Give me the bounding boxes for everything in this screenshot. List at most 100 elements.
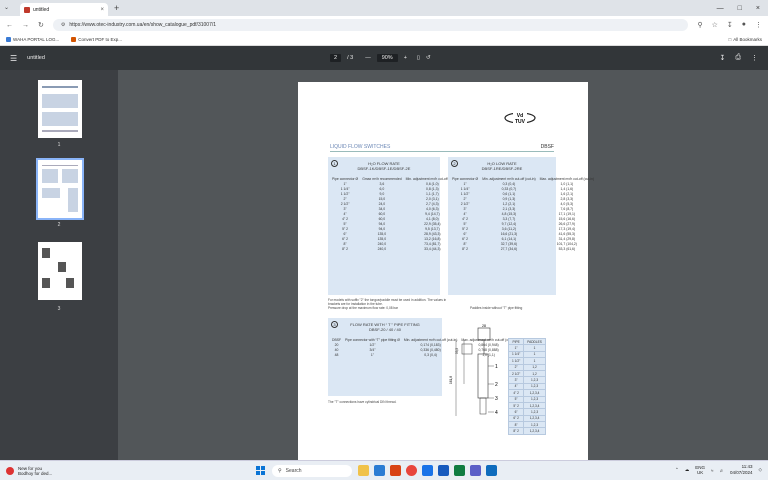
table-cell: 240,0 — [377, 246, 387, 251]
print-icon[interactable]: ⎙ — [735, 54, 741, 62]
paddle-drawing: 28 53,5 161,8 1 2 3 4 — [449, 324, 498, 416]
windows-start-icon[interactable] — [256, 466, 266, 476]
cloud-icon[interactable]: ☁ — [685, 467, 690, 473]
column-header: Min. adjustment m³/h cut-off (cut-in) — [482, 177, 536, 181]
bookmark-item[interactable]: Convert PDF to Exp... — [71, 37, 122, 42]
search-icon: ⚲ — [278, 468, 282, 474]
outlook-icon[interactable] — [486, 465, 497, 476]
table-cell: 1,2,3,4 — [523, 427, 546, 435]
edge-icon[interactable] — [422, 465, 433, 476]
pdf-viewer[interactable]: Vd TUV LIQUID FLOW SWITCHES DBSF 1 H₂O F… — [118, 70, 768, 460]
panel-marker: 1 — [331, 160, 338, 167]
volume-icon[interactable]: ♬ — [720, 468, 725, 473]
dim-left1: 53,5 — [455, 348, 459, 354]
thread-note: The "T" connections have cylindrical DIN… — [328, 400, 397, 404]
tab-bar: ⌄ untitled × + — □ × — [0, 0, 768, 16]
taskbar: New for you Bodhoy for ded... ⚲ Search ⌃ … — [0, 460, 768, 480]
bookmark-item[interactable]: WAHA PORTAL LOG... — [6, 37, 59, 42]
zoom-level-input[interactable]: 90% — [376, 54, 398, 62]
table-cell: 1" — [370, 352, 375, 357]
rotate-icon[interactable]: ↺ — [426, 55, 431, 61]
excel-icon[interactable] — [454, 465, 465, 476]
zoom-out-button[interactable]: — — [365, 55, 371, 61]
zoom-icon[interactable]: ⚲ — [697, 21, 702, 29]
thumbnail-label: 2 — [57, 222, 61, 228]
reload-icon[interactable]: ↻ — [38, 21, 44, 29]
mail-icon[interactable] — [374, 465, 385, 476]
browser-tab[interactable]: untitled × — [20, 3, 108, 16]
thumbnail-sidebar: 1 2 3 — [0, 70, 118, 460]
pdf-more-icon[interactable]: ⋮ — [751, 54, 758, 62]
file-explorer-icon[interactable] — [358, 465, 369, 476]
label-1: 1 — [495, 364, 498, 370]
tab-search-icon[interactable]: ⌄ — [4, 4, 14, 12]
panel-marker: 3 — [331, 321, 338, 328]
low-rate-table: Pipe connector Ø Min. adjustment m³/h cut… — [450, 177, 596, 251]
svg-text:TUV: TUV — [515, 119, 526, 125]
taskbar-search[interactable]: ⚲ Search — [272, 465, 352, 477]
office-icon[interactable] — [390, 465, 401, 476]
bookmark-icon — [6, 37, 11, 42]
panel-subtitle: DBSF-1RE/DBSF-2RE — [481, 166, 523, 171]
address-bar-row: ← → ↻ ⚙ https://www.otec-industry.com.ua… — [0, 16, 768, 34]
profile-icon[interactable]: ● — [742, 21, 746, 29]
panel-subtitle: DBSF-1K/DBSF-1E/DBSF-2E — [357, 166, 411, 171]
bookmark-icon — [71, 37, 77, 42]
forward-icon[interactable]: → — [22, 22, 29, 29]
bookmarks-bar: WAHA PORTAL LOG... Convert PDF to Exp...… — [0, 34, 768, 46]
site-info-icon[interactable]: ⚙ — [61, 22, 65, 28]
thumbnail-label: 1 — [57, 142, 61, 148]
back-icon[interactable]: ← — [6, 22, 13, 29]
fit-page-icon[interactable]: ▯ — [417, 55, 420, 61]
panel-subtitle: DBSF-20 / 40 / 40 — [368, 327, 401, 332]
chevron-up-icon[interactable]: ⌃ — [675, 467, 679, 473]
dim-left2: 161,8 — [449, 376, 453, 384]
url-field[interactable]: ⚙ https://www.otec-industry.com.ua/en/sh… — [52, 19, 689, 31]
url-text: https://www.otec-industry.com.ua/en/show… — [69, 22, 217, 28]
pressure-note: Pressure drop at the maximum flow rate: … — [328, 306, 398, 310]
language-indicator[interactable]: ENG UK — [695, 465, 705, 475]
paddle-note: For models with suffix "2" the tongue/pa… — [328, 298, 447, 306]
page-thumbnail-1[interactable] — [38, 80, 82, 138]
divider — [330, 151, 554, 152]
chrome-icon[interactable] — [406, 465, 417, 476]
hamburger-menu-icon[interactable]: ☰ — [10, 54, 17, 63]
page-total: / 3 — [347, 55, 354, 61]
label-4: 4 — [495, 410, 498, 416]
zoom-in-button[interactable]: + — [404, 55, 407, 61]
tab-title: untitled — [33, 6, 50, 13]
pdf-page: Vd TUV LIQUID FLOW SWITCHES DBSF 1 H₂O F… — [298, 82, 594, 460]
page-thumbnail-3[interactable] — [38, 242, 82, 300]
more-menu-icon[interactable]: ⋮ — [755, 21, 762, 29]
column-header: Gmax m³/h recommended — [362, 177, 402, 181]
minimize-icon[interactable]: — — [717, 5, 724, 12]
download-icon[interactable]: ↧ — [727, 21, 733, 29]
word-icon[interactable] — [438, 465, 449, 476]
flow-rate-panel: 1 H₂O FLOW RATE DBSF-1K/DBSF-1E/DBSF-2E … — [328, 157, 517, 295]
teams-icon[interactable] — [470, 465, 481, 476]
label-2: 2 — [495, 382, 498, 388]
clock[interactable]: 11:43 04/07/2024 — [730, 464, 753, 476]
maximize-icon[interactable]: □ — [738, 5, 742, 12]
page-number-input[interactable]: 2 — [330, 54, 342, 62]
table-row: 8" 2 1,2,3,4 — [507, 427, 546, 435]
close-tab-icon[interactable]: × — [100, 7, 104, 13]
page-thumbnail-2[interactable] — [36, 158, 84, 220]
download-pdf-icon[interactable]: ↧ — [720, 54, 726, 62]
notifications-icon[interactable]: ◇ — [759, 467, 762, 473]
table-cell: 53,3 (61,6) — [558, 246, 576, 251]
table-row: 8" 2 27,7 (34,6) 53,3 (61,6) — [450, 246, 596, 251]
bookmark-star-icon[interactable]: ☆ — [712, 21, 718, 29]
table-cell: 8" 2 — [507, 427, 525, 435]
close-window-icon[interactable]: × — [756, 5, 760, 12]
column-header: Max. adjustment m³/h cut-off (cut-in) — [539, 177, 595, 181]
new-tab-icon[interactable]: + — [114, 3, 119, 13]
paddles-note: Paddles inside without "T" pipe fitting — [470, 306, 523, 310]
table-cell: 8" 2 — [342, 246, 349, 251]
label-3: 3 — [495, 396, 498, 402]
column-header: Pipe connector with “T” pipe fitting Ø — [345, 338, 400, 342]
low-rate-panel: 2 H₂O LOW RATE DBSF-1RE/DBSF-2RE Pipe co… — [448, 157, 594, 295]
all-bookmarks[interactable]: □ All Bookmarks — [729, 37, 762, 42]
news-widget[interactable]: New for you Bodhoy for ded... — [0, 466, 52, 476]
wifi-icon[interactable]: ≈ — [711, 468, 713, 473]
